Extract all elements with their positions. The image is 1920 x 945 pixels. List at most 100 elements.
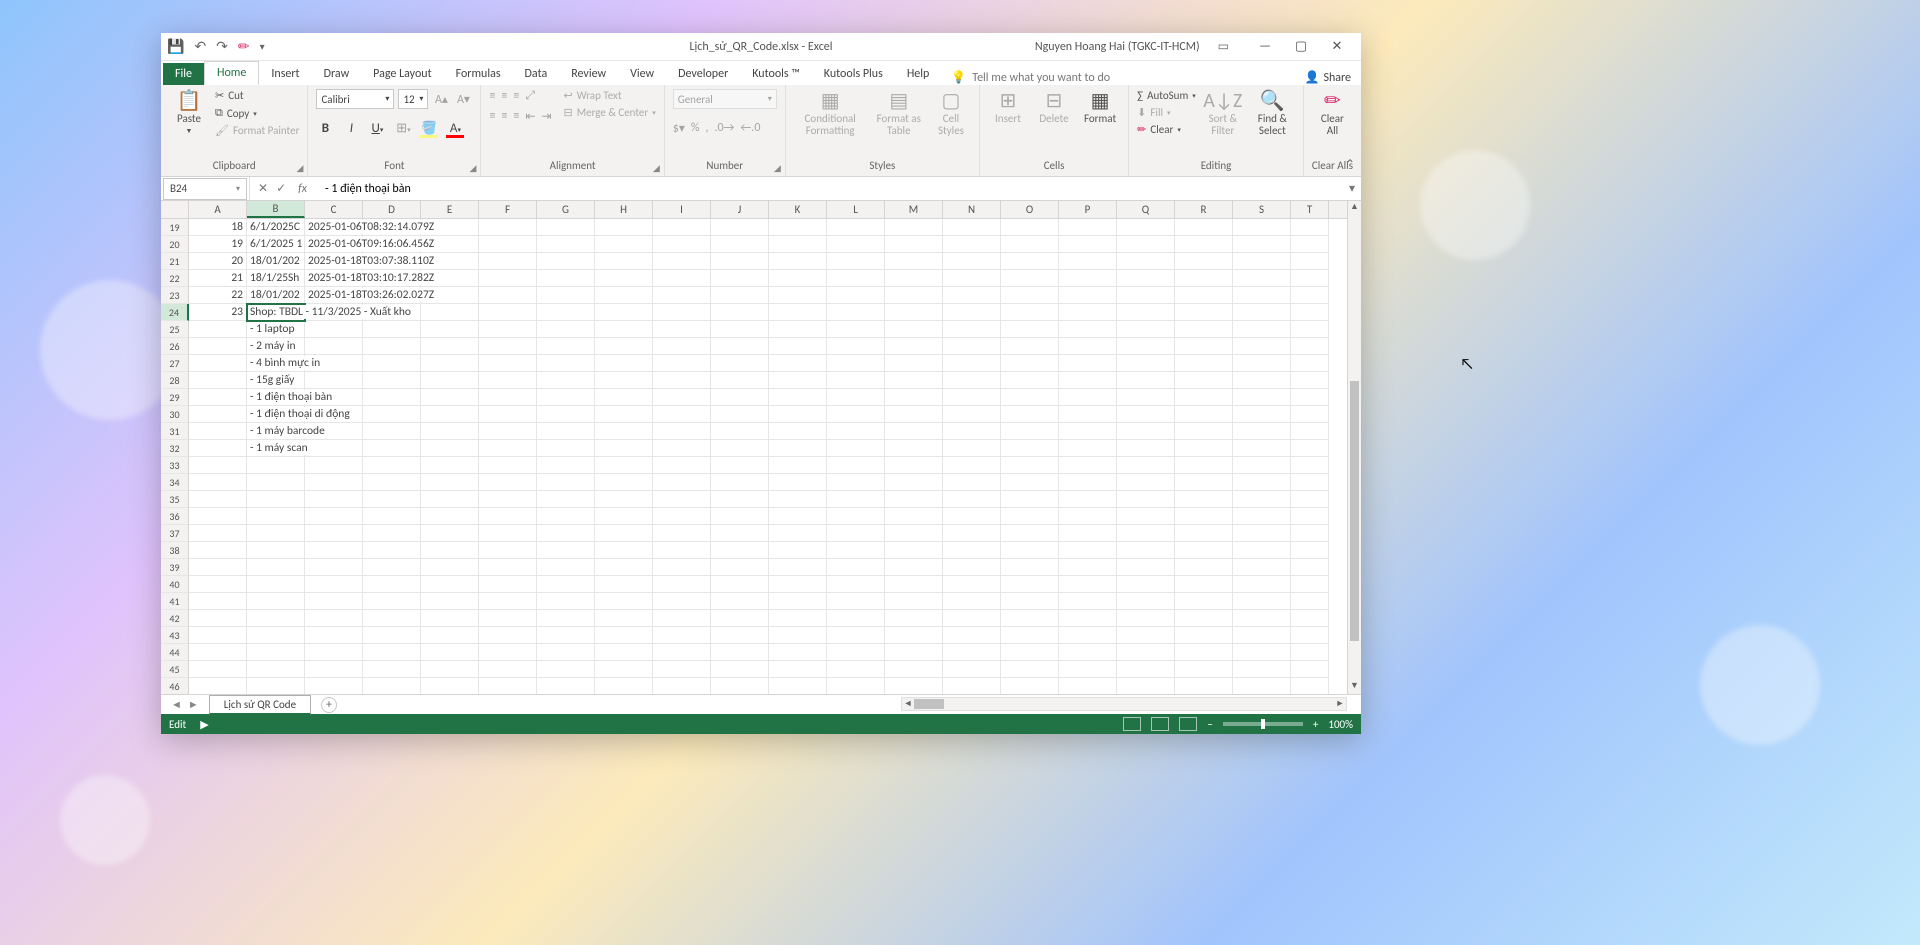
- cell-Q24[interactable]: [1117, 304, 1175, 321]
- cell-L24[interactable]: [827, 304, 885, 321]
- cell-I19[interactable]: [653, 219, 711, 236]
- cell-F39[interactable]: [479, 559, 537, 576]
- cell-I40[interactable]: [653, 576, 711, 593]
- cell-A41[interactable]: [189, 593, 247, 610]
- cell-L37[interactable]: [827, 525, 885, 542]
- cell-L34[interactable]: [827, 474, 885, 491]
- cell-I39[interactable]: [653, 559, 711, 576]
- cell-O26[interactable]: [1001, 338, 1059, 355]
- cell-Q44[interactable]: [1117, 644, 1175, 661]
- cell-M44[interactable]: [885, 644, 943, 661]
- ribbon-display-icon[interactable]: ▭: [1218, 39, 1229, 54]
- cell-O36[interactable]: [1001, 508, 1059, 525]
- cell-F19[interactable]: [479, 219, 537, 236]
- cell-A42[interactable]: [189, 610, 247, 627]
- cell-J33[interactable]: [711, 457, 769, 474]
- cell-L28[interactable]: [827, 372, 885, 389]
- cell-I22[interactable]: [653, 270, 711, 287]
- cell-H43[interactable]: [595, 627, 653, 644]
- cell-P34[interactable]: [1059, 474, 1117, 491]
- cell-R32[interactable]: [1175, 440, 1233, 457]
- cell-R25[interactable]: [1175, 321, 1233, 338]
- cell-O39[interactable]: [1001, 559, 1059, 576]
- cell-N19[interactable]: [943, 219, 1001, 236]
- zoom-level[interactable]: 100%: [1328, 718, 1353, 731]
- cell-G27[interactable]: [537, 355, 595, 372]
- cell-P39[interactable]: [1059, 559, 1117, 576]
- cell-G33[interactable]: [537, 457, 595, 474]
- cell-N25[interactable]: [943, 321, 1001, 338]
- cell-T23[interactable]: [1291, 287, 1329, 304]
- row-header-38[interactable]: 38: [161, 542, 189, 559]
- cell-G38[interactable]: [537, 542, 595, 559]
- collapse-ribbon-icon[interactable]: ⌃: [1345, 157, 1355, 172]
- cell-B44[interactable]: [247, 644, 305, 661]
- cell-H31[interactable]: [595, 423, 653, 440]
- cell-P44[interactable]: [1059, 644, 1117, 661]
- cell-Q27[interactable]: [1117, 355, 1175, 372]
- qat-customize-icon[interactable]: ▾: [260, 40, 265, 53]
- cell-G22[interactable]: [537, 270, 595, 287]
- column-header-O[interactable]: O: [1001, 201, 1059, 218]
- cell-G41[interactable]: [537, 593, 595, 610]
- cell-E42[interactable]: [421, 610, 479, 627]
- cell-T41[interactable]: [1291, 593, 1329, 610]
- cell-R45[interactable]: [1175, 661, 1233, 678]
- cell-J25[interactable]: [711, 321, 769, 338]
- cell-J22[interactable]: [711, 270, 769, 287]
- cell-B29[interactable]: - 1 điện thoại bàn: [247, 389, 305, 406]
- cell-M29[interactable]: [885, 389, 943, 406]
- scroll-right-icon[interactable]: ►: [1334, 698, 1346, 710]
- tell-me-search[interactable]: 💡 Tell me what you want to do: [951, 70, 1110, 85]
- cell-F38[interactable]: [479, 542, 537, 559]
- cell-P32[interactable]: [1059, 440, 1117, 457]
- cell-S19[interactable]: [1233, 219, 1291, 236]
- cell-R34[interactable]: [1175, 474, 1233, 491]
- cell-T44[interactable]: [1291, 644, 1329, 661]
- cell-I21[interactable]: [653, 253, 711, 270]
- cell-F24[interactable]: [479, 304, 537, 321]
- cell-I30[interactable]: [653, 406, 711, 423]
- vscroll-thumb[interactable]: [1350, 381, 1359, 641]
- cell-Q39[interactable]: [1117, 559, 1175, 576]
- undo-icon[interactable]: ↶: [194, 38, 206, 55]
- cell-B31[interactable]: - 1 máy barcode: [247, 423, 305, 440]
- cell-M30[interactable]: [885, 406, 943, 423]
- cell-O44[interactable]: [1001, 644, 1059, 661]
- cell-I27[interactable]: [653, 355, 711, 372]
- cell-F23[interactable]: [479, 287, 537, 304]
- cell-K35[interactable]: [769, 491, 827, 508]
- cell-T34[interactable]: [1291, 474, 1329, 491]
- cell-G40[interactable]: [537, 576, 595, 593]
- cell-F25[interactable]: [479, 321, 537, 338]
- cell-H44[interactable]: [595, 644, 653, 661]
- row-header-35[interactable]: 35: [161, 491, 189, 508]
- cell-A38[interactable]: [189, 542, 247, 559]
- cell-A24[interactable]: 23: [189, 304, 247, 321]
- cell-S39[interactable]: [1233, 559, 1291, 576]
- cell-N44[interactable]: [943, 644, 1001, 661]
- cell-B32[interactable]: - 1 máy scan: [247, 440, 305, 457]
- row-header-27[interactable]: 27: [161, 355, 189, 372]
- cell-N31[interactable]: [943, 423, 1001, 440]
- font-dialog-icon[interactable]: ◢: [470, 163, 477, 174]
- cell-Q19[interactable]: [1117, 219, 1175, 236]
- cell-F36[interactable]: [479, 508, 537, 525]
- cell-S31[interactable]: [1233, 423, 1291, 440]
- cell-I45[interactable]: [653, 661, 711, 678]
- cell-I43[interactable]: [653, 627, 711, 644]
- cell-O43[interactable]: [1001, 627, 1059, 644]
- cell-R40[interactable]: [1175, 576, 1233, 593]
- close-button[interactable]: ✕: [1319, 33, 1355, 61]
- cell-P27[interactable]: [1059, 355, 1117, 372]
- cell-H32[interactable]: [595, 440, 653, 457]
- cell-P21[interactable]: [1059, 253, 1117, 270]
- cell-P28[interactable]: [1059, 372, 1117, 389]
- cell-Q33[interactable]: [1117, 457, 1175, 474]
- cell-N36[interactable]: [943, 508, 1001, 525]
- cell-I37[interactable]: [653, 525, 711, 542]
- cell-D26[interactable]: [363, 338, 421, 355]
- cell-S32[interactable]: [1233, 440, 1291, 457]
- cell-J44[interactable]: [711, 644, 769, 661]
- cell-K44[interactable]: [769, 644, 827, 661]
